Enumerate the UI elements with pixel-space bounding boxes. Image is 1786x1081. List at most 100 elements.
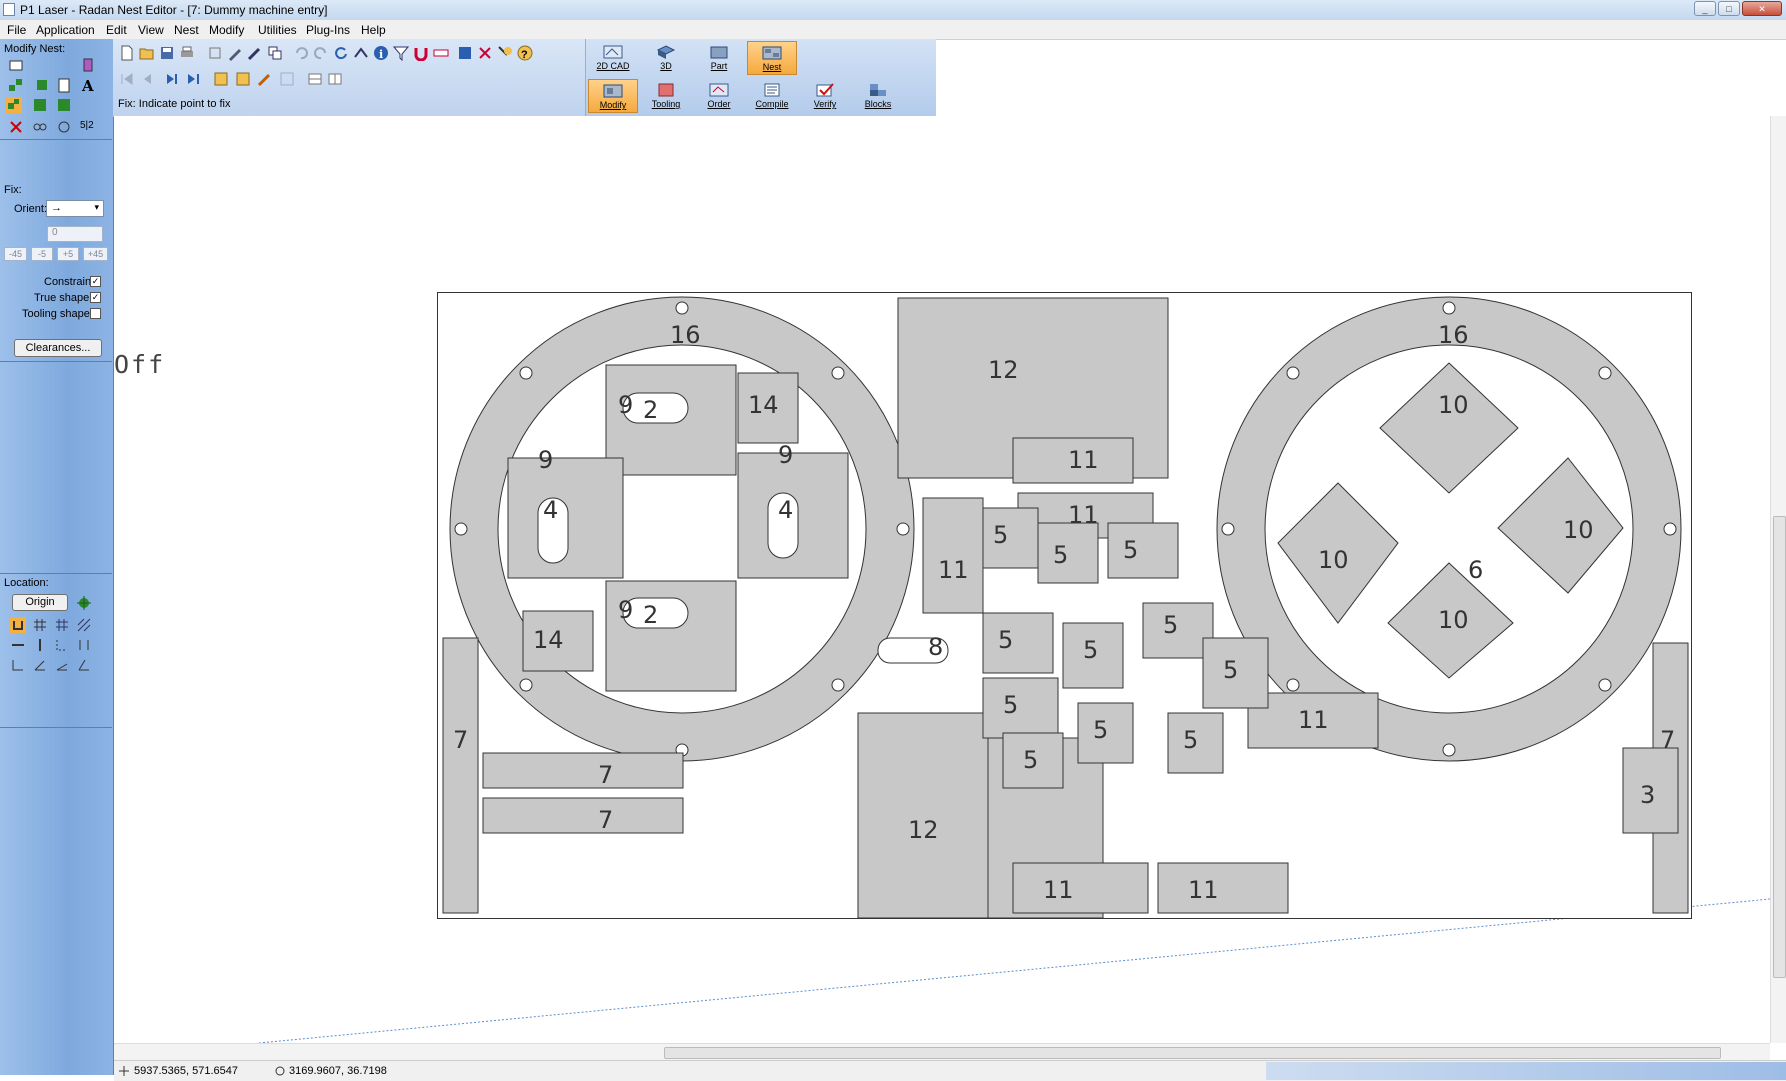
tooling-shape-checkbox[interactable]	[90, 308, 101, 319]
diagonal-grid-icon[interactable]	[76, 617, 92, 633]
part-5	[982, 612, 1054, 674]
rotate-parts-icon[interactable]	[34, 77, 50, 93]
maximize-button[interactable]: □	[1718, 1, 1740, 16]
corner-icon[interactable]	[54, 637, 70, 653]
refresh-icon[interactable]	[333, 45, 349, 61]
angle-90-icon[interactable]	[10, 657, 26, 673]
mode-2d-cad-button[interactable]: 2D CAD	[588, 41, 638, 75]
help-icon[interactable]: ?	[517, 45, 533, 61]
constrain-checkbox[interactable]: ✓	[90, 276, 101, 287]
move-parts-icon[interactable]	[8, 77, 24, 93]
new-icon[interactable]	[119, 45, 135, 61]
angle-30-icon[interactable]	[54, 657, 70, 673]
mode-part-button[interactable]: Part	[694, 41, 744, 75]
mode-tooling-button[interactable]: Tooling	[641, 79, 691, 113]
sheet-edit-icon[interactable]	[257, 71, 273, 87]
mode-modify-button[interactable]: Modify	[588, 79, 638, 113]
undo-icon[interactable]	[293, 45, 309, 61]
mode-3d-button[interactable]: 3D	[641, 41, 691, 75]
display-icon[interactable]	[457, 45, 473, 61]
tile-horizontal-icon[interactable]	[307, 71, 323, 87]
array-icon[interactable]	[32, 97, 48, 113]
next-sheet-icon[interactable]	[163, 71, 179, 87]
link-icon[interactable]	[32, 119, 48, 135]
frame-icon[interactable]	[207, 45, 223, 61]
sheet-split-icon[interactable]	[279, 71, 295, 87]
menu-edit[interactable]: Edit	[106, 23, 127, 37]
parallel-icon[interactable]	[76, 637, 92, 653]
order-icon	[709, 83, 729, 97]
prev-sheet-icon[interactable]	[139, 71, 155, 87]
open-icon[interactable]	[139, 45, 155, 61]
angle-minus-45-button[interactable]: -45	[4, 247, 27, 261]
clearances-button[interactable]: Clearances...	[14, 339, 102, 357]
first-sheet-icon[interactable]	[119, 71, 135, 87]
menu-utilities[interactable]: Utilities	[258, 23, 297, 37]
mode-nest-button[interactable]: Nest	[747, 41, 797, 75]
nested-parts-drawing[interactable]: 16 16 12 12 11 11 11 11 11 11 10 10 10 1…	[438, 293, 1691, 918]
origin-offset-coordinates: 3169.9607, 36.7198	[289, 1065, 387, 1077]
tools-icon[interactable]	[477, 45, 493, 61]
mode-verify-button[interactable]: Verify	[800, 79, 850, 113]
measure-icon[interactable]	[56, 119, 72, 135]
copy-icon[interactable]	[267, 45, 283, 61]
horizontal-scrollbar[interactable]	[114, 1043, 1770, 1061]
menu-application[interactable]: Application	[36, 23, 95, 37]
menu-help[interactable]: Help	[361, 23, 386, 37]
horizontal-icon[interactable]	[10, 637, 26, 653]
info-icon[interactable]: i	[373, 45, 389, 61]
angle-input[interactable]: 0	[47, 226, 103, 242]
origin-button[interactable]: Origin	[12, 594, 68, 611]
menu-file[interactable]: File	[7, 23, 26, 37]
orient-select[interactable]: → ▾	[46, 200, 104, 217]
menu-modify[interactable]: Modify	[209, 23, 244, 37]
grid-icon[interactable]	[32, 617, 48, 633]
pencil-icon[interactable]	[227, 45, 243, 61]
sheet-grid-icon[interactable]	[213, 71, 229, 87]
mode-blocks-button[interactable]: Blocks	[853, 79, 903, 113]
edit-part-icon[interactable]	[247, 45, 263, 61]
menu-nest[interactable]: Nest	[174, 23, 199, 37]
magnet-icon[interactable]	[413, 45, 429, 61]
menu-plug-ins[interactable]: Plug-Ins	[306, 23, 350, 37]
mode-compile-button[interactable]: Compile	[747, 79, 797, 113]
ruler-icon[interactable]	[433, 45, 449, 61]
mode-order-button[interactable]: Order	[694, 79, 744, 113]
cursor-position-icon	[119, 1066, 129, 1076]
clipboard-icon[interactable]	[56, 77, 72, 93]
print-icon[interactable]	[179, 45, 195, 61]
vertical-icon[interactable]	[32, 637, 48, 653]
angle-45-icon[interactable]	[32, 657, 48, 673]
delete-icon[interactable]	[8, 119, 24, 135]
grid-snap-icon[interactable]	[54, 617, 70, 633]
filter-icon[interactable]	[393, 45, 409, 61]
text-icon[interactable]: A	[80, 77, 96, 93]
vertical-scrollbar[interactable]	[1770, 116, 1786, 1043]
angle-plus-45-button[interactable]: +45	[83, 247, 108, 261]
menu-view[interactable]: View	[138, 23, 164, 37]
minimize-button[interactable]: _	[1694, 1, 1716, 16]
close-button[interactable]: ✕	[1742, 1, 1782, 16]
true-shape-checkbox[interactable]: ✓	[90, 292, 101, 303]
vertical-scroll-thumb[interactable]	[1773, 516, 1786, 978]
eraser-icon[interactable]	[80, 57, 96, 73]
measure-tool-icon[interactable]	[353, 45, 369, 61]
angle-minus-5-button[interactable]: -5	[31, 247, 53, 261]
origin-target-icon[interactable]	[76, 595, 92, 611]
angle-plus-5-button[interactable]: +5	[57, 247, 79, 261]
select-icon[interactable]	[8, 58, 24, 74]
redo-icon[interactable]	[313, 45, 329, 61]
fix-tool-icon[interactable]	[6, 97, 22, 113]
horizontal-scroll-thumb[interactable]	[664, 1047, 1721, 1059]
sheet-layout-icon[interactable]	[235, 71, 251, 87]
sheet[interactable]: 16 16 12 12 11 11 11 11 11 11 10 10 10 1…	[437, 292, 1692, 919]
last-sheet-icon[interactable]	[185, 71, 201, 87]
context-help-icon[interactable]	[497, 45, 513, 61]
tile-vertical-icon[interactable]	[327, 71, 343, 87]
part-label: 5	[1123, 536, 1138, 564]
fill-icon[interactable]	[56, 97, 72, 113]
snap-icon[interactable]	[10, 617, 26, 633]
status-bar: 5937.5365, 571.6547 3169.9607, 36.7198	[114, 1060, 1786, 1081]
angle-free-icon[interactable]	[76, 657, 92, 673]
save-icon[interactable]	[159, 45, 175, 61]
